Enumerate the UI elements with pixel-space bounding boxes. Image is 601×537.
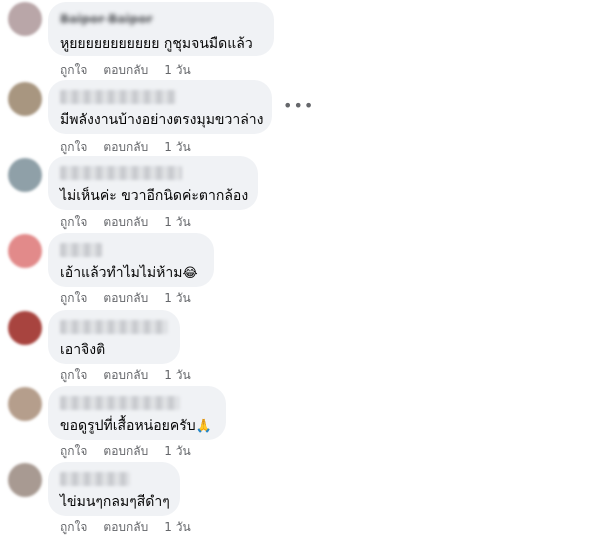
avatar[interactable] [8,234,42,268]
comment-text: เอาจิงติ [60,342,106,358]
reply-button[interactable]: ตอบกลับ [103,289,148,308]
comment-bubble: Baipor Baipor หูยยยยยยยยยยย กูชุมจนมืดแล… [48,2,274,56]
comment-bubble: ไม่เห็นค่ะ ขวาอีกนิดค่ะตากล้อง [48,156,258,210]
like-button[interactable]: ถูกใจ [60,289,87,308]
comment-actions: ถูกใจ ตอบกลับ 1 วัน [60,138,191,157]
comment-text: ขอดูรูปที่เสื้อหน่อยครับ🙏 [60,415,212,437]
reply-button[interactable]: ตอบกลับ [103,518,148,537]
reply-button[interactable]: ตอบกลับ [103,442,148,461]
commenter-name[interactable] [60,90,176,104]
like-button[interactable]: ถูกใจ [60,366,87,385]
comment-actions: ถูกใจ ตอบกลับ 1 วัน [60,442,191,461]
comment-text: ไข่มนๆกลมๆสีดำๆ [60,494,170,510]
like-button[interactable]: ถูกใจ [60,61,87,80]
like-button[interactable]: ถูกใจ [60,213,87,232]
comment-actions: ถูกใจ ตอบกลับ 1 วัน [60,61,191,80]
comment-actions: ถูกใจ ตอบกลับ 1 วัน [60,289,191,308]
laughing-emoji-icon: 😂 [182,266,198,281]
comment-text: เอ้าแล้วทำไมไม่ห้าม😂 [60,262,198,284]
comment-time[interactable]: 1 วัน [164,518,190,537]
commenter-name[interactable] [60,472,130,486]
commenter-name[interactable] [60,166,182,180]
like-button[interactable]: ถูกใจ [60,518,87,537]
commenter-name[interactable] [60,243,102,257]
comment-actions: ถูกใจ ตอบกลับ 1 วัน [60,366,191,385]
praying-hands-emoji-icon: 🙏 [195,419,212,434]
reply-button[interactable]: ตอบกลับ [103,213,148,232]
comment-bubble: เอ้าแล้วทำไมไม่ห้าม😂 [48,233,214,287]
like-button[interactable]: ถูกใจ [60,442,87,461]
comment-time[interactable]: 1 วัน [164,213,190,232]
commenter-name[interactable] [60,396,180,410]
comment-time[interactable]: 1 วัน [164,289,190,308]
avatar[interactable] [8,463,42,497]
comment-text: หูยยยยยยยยยยย กูชุมจนมืดแล้ว [60,36,253,52]
more-horizontal-icon[interactable]: ••• [283,96,314,115]
comment-bubble: ไข่มนๆกลมๆสีดำๆ [48,462,180,516]
comment-text-body: เอ้าแล้วทำไมไม่ห้าม [60,265,183,281]
comment-time[interactable]: 1 วัน [164,442,190,461]
comment-bubble: มีพลังงานบ้างอย่างตรงมุมขวาล่าง [48,80,272,134]
comment-text: มีพลังงานบ้างอย่างตรงมุมขวาล่าง [60,112,264,128]
comment-bubble: ขอดูรูปที่เสื้อหน่อยครับ🙏 [48,386,226,440]
reply-button[interactable]: ตอบกลับ [103,138,148,157]
like-button[interactable]: ถูกใจ [60,138,87,157]
reply-button[interactable]: ตอบกลับ [103,366,148,385]
commenter-name[interactable]: Baipor Baipor [60,12,152,26]
comment-actions: ถูกใจ ตอบกลับ 1 วัน [60,518,191,537]
comment-time[interactable]: 1 วัน [164,61,190,80]
comment-time[interactable]: 1 วัน [164,138,190,157]
avatar[interactable] [8,158,42,192]
reply-button[interactable]: ตอบกลับ [103,61,148,80]
avatar[interactable] [8,2,42,36]
commenter-name[interactable] [60,320,168,334]
avatar[interactable] [8,311,42,345]
comment-text-body: ขอดูรูปที่เสื้อหน่อยครับ [60,418,196,434]
comment-text: ไม่เห็นค่ะ ขวาอีกนิดค่ะตากล้อง [60,188,249,204]
comment-bubble: เอาจิงติ [48,310,180,364]
avatar[interactable] [8,387,42,421]
comment-actions: ถูกใจ ตอบกลับ 1 วัน [60,213,191,232]
avatar[interactable] [8,82,42,116]
comment-time[interactable]: 1 วัน [164,366,190,385]
